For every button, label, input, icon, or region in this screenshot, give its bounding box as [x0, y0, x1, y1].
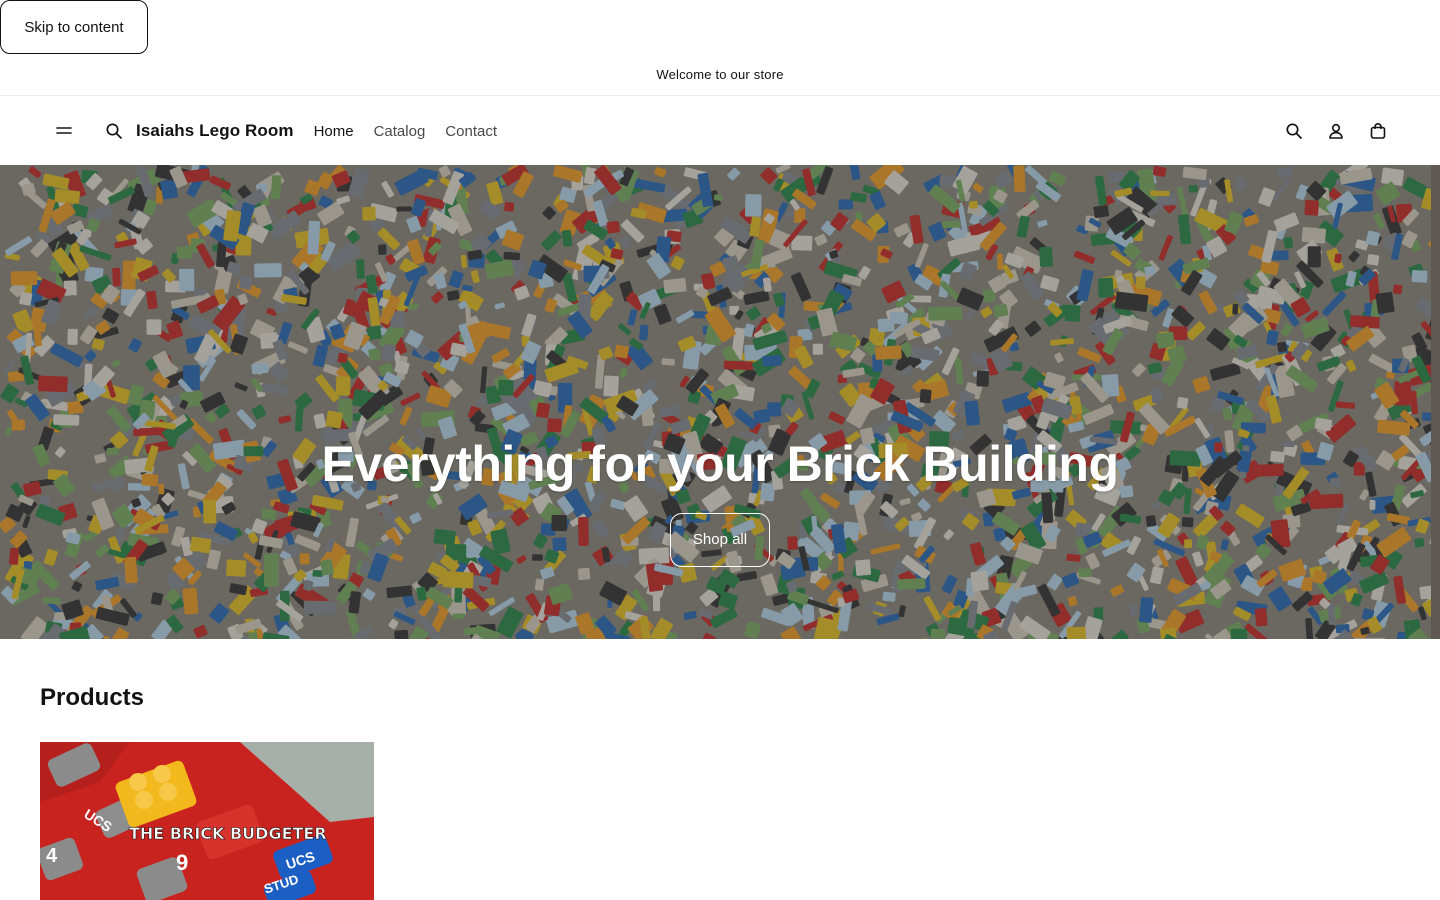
product-card[interactable]: UCS UCS STUD 9 4 THE BRICK BUDGETER [40, 742, 374, 900]
hero-banner: Everything for your Brick Building Shop … [0, 165, 1440, 639]
main-nav: Home Catalog Contact [314, 123, 497, 140]
product-image-title: THE BRICK BUDGETER [129, 824, 327, 843]
search-icon [106, 123, 122, 139]
header-actions [1280, 117, 1392, 145]
skip-to-content-link[interactable]: Skip to content [0, 0, 148, 54]
hero-edge [1431, 165, 1440, 639]
cart-button[interactable] [1364, 117, 1392, 145]
search-button[interactable] [1280, 117, 1308, 145]
site-header: Isaiahs Lego Room Home Catalog Contact [0, 97, 1440, 165]
user-icon [1329, 123, 1343, 139]
hero-title: Everything for your Brick Building [321, 436, 1120, 492]
hero-overlay [0, 165, 1431, 639]
product-image: UCS UCS STUD 9 4 THE BRICK BUDGETER [40, 742, 374, 900]
product-image-key-four: 4 [46, 845, 58, 867]
nav-item-home[interactable]: Home [314, 123, 354, 140]
product-image-key-nine: 9 [176, 850, 188, 875]
shop-all-button[interactable]: Shop all [670, 513, 770, 567]
account-button[interactable] [1322, 117, 1350, 145]
menu-button[interactable] [50, 117, 78, 145]
nav-item-catalog[interactable]: Catalog [374, 123, 426, 140]
shopping-bag-icon [1370, 123, 1386, 139]
nav-item-contact[interactable]: Contact [445, 123, 497, 140]
products-heading: Products [40, 684, 145, 711]
store-brand-link[interactable]: Isaiahs Lego Room [136, 121, 294, 141]
hamburger-icon [56, 127, 72, 134]
announcement-text: Welcome to our store [656, 67, 784, 82]
announcement-bar: Welcome to our store [0, 54, 1440, 96]
hero-content: Everything for your Brick Building Shop … [0, 435, 1440, 567]
search-icon [1286, 123, 1302, 139]
search-button-left[interactable] [100, 117, 128, 145]
